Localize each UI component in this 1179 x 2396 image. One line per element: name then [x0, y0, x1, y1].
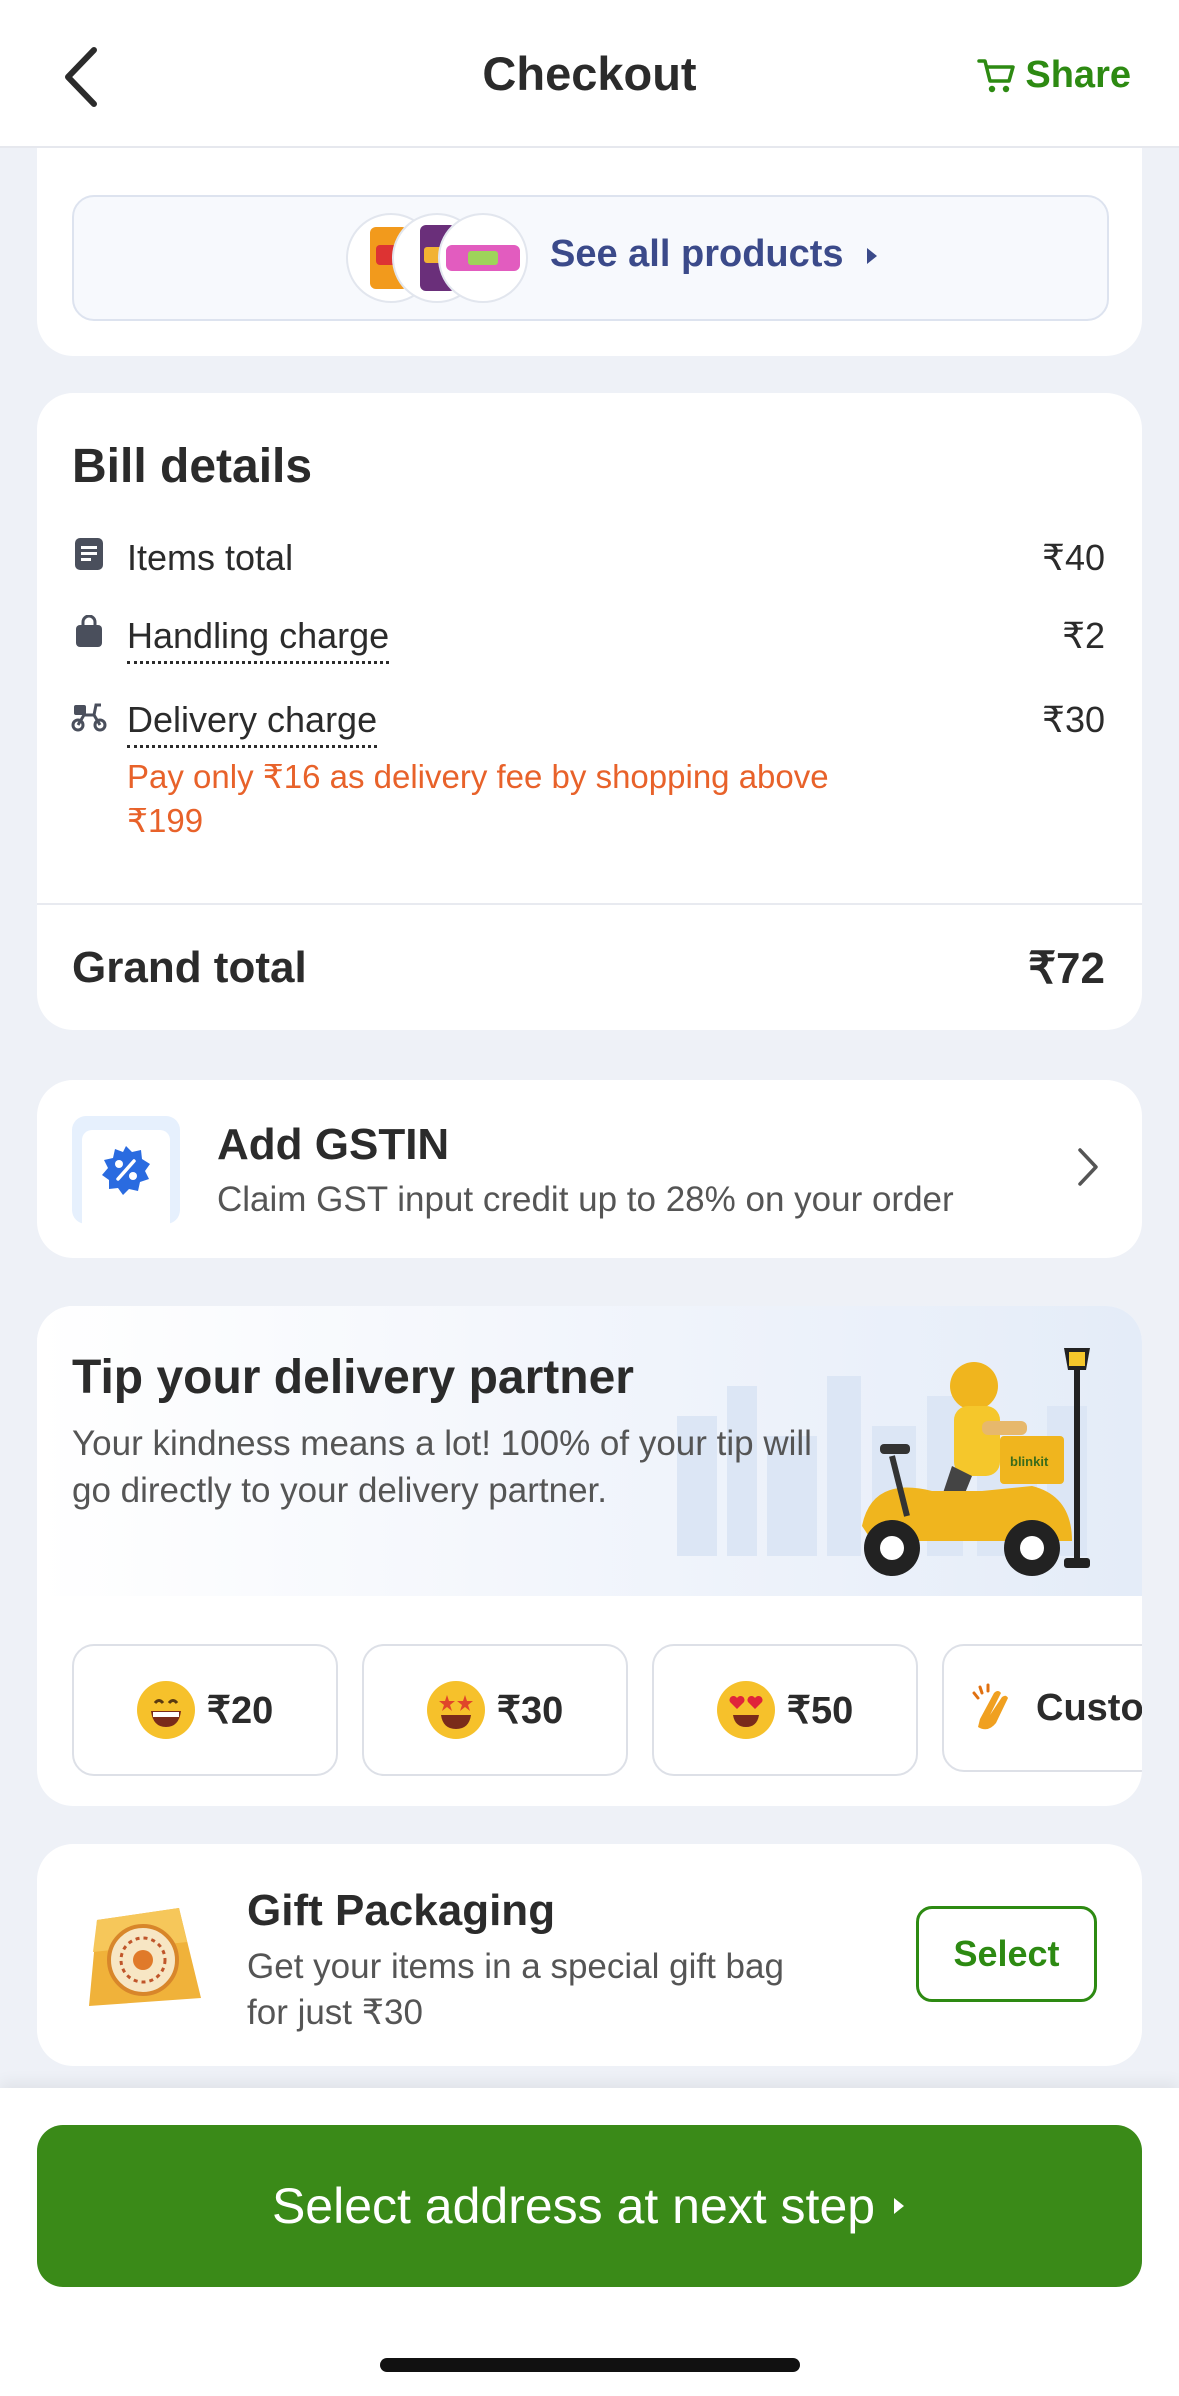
tip-option-custom[interactable]: Custo: [942, 1644, 1142, 1772]
tip-option-label: Custo: [1036, 1686, 1142, 1729]
products-card: See all products: [37, 120, 1142, 356]
see-all-label: See all products: [550, 233, 880, 276]
discount-badge-icon: [102, 1146, 150, 1195]
caret-right-icon: [867, 248, 878, 264]
tip-option-label: ₹20: [206, 1689, 274, 1732]
grand-total-label: Grand total: [72, 943, 307, 992]
clapping-hands-icon: [972, 1683, 1008, 1730]
receipt-icon: [75, 538, 103, 570]
tip-subtitle: Your kindness means a lot! 100% of your …: [72, 1424, 812, 1510]
cta-label: Select address at next step: [271, 2178, 876, 2234]
share-button[interactable]: Share: [977, 54, 1131, 97]
gift-select-button[interactable]: Select: [916, 1906, 1097, 2002]
tip-option-20[interactable]: ₹20: [72, 1644, 338, 1776]
delivery-fee-note: Pay only ₹16 as delivery fee by shopping…: [127, 758, 829, 839]
gift-bag-image: [89, 1908, 201, 2006]
product-thumb-bar: [438, 213, 528, 303]
bill-divider: [37, 903, 1142, 905]
bottom-action-bar: Select address at next step: [0, 2088, 1179, 2396]
tip-card: Tip your delivery partner Your kindness …: [37, 1306, 1142, 1806]
caret-right-icon: [894, 2198, 905, 2214]
items-total-value: ₹40: [1042, 537, 1105, 578]
delivery-charge-label[interactable]: Delivery charge: [127, 699, 378, 748]
tip-title: Tip your delivery partner: [72, 1351, 634, 1404]
handling-charge-value: ₹2: [1062, 615, 1105, 656]
add-gstin-card[interactable]: Add GSTIN Claim GST input credit up to 2…: [37, 1080, 1142, 1258]
product-thumbnails: [346, 213, 528, 303]
tip-option-label: ₹50: [786, 1689, 854, 1732]
select-address-button[interactable]: Select address at next step: [37, 2125, 1142, 2287]
star-struck-face-icon: [426, 1681, 485, 1739]
home-indicator[interactable]: [380, 2358, 800, 2372]
chevron-right-icon: [1078, 1148, 1098, 1186]
share-label: Share: [1025, 54, 1131, 96]
delivery-scooter-icon: [71, 703, 107, 732]
scooter-brand-text: blinkit: [1010, 1454, 1049, 1469]
tip-option-label: ₹30: [496, 1689, 564, 1732]
heart-eyes-face-icon: [716, 1681, 775, 1739]
delivery-scooter-illustration: blinkit: [862, 1348, 1090, 1576]
gstin-subtitle: Claim GST input credit up to 28% on your…: [217, 1180, 954, 1219]
handling-charge-label[interactable]: Handling charge: [127, 615, 390, 664]
gift-packaging-subtitle: Get your items in a special gift bag for…: [247, 1947, 784, 2032]
gstin-title: Add GSTIN: [217, 1120, 450, 1169]
items-total-label: Items total: [127, 537, 294, 578]
gift-packaging-card: Gift Packaging Get your items in a speci…: [37, 1844, 1142, 2066]
shopping-bag-icon: [76, 615, 102, 647]
header-bar: Checkout Share: [0, 0, 1179, 148]
tip-option-30[interactable]: ₹30: [362, 1644, 628, 1776]
bill-details-title: Bill details: [72, 440, 313, 493]
gift-packaging-title: Gift Packaging: [247, 1886, 556, 1935]
tip-option-50[interactable]: ₹50: [652, 1644, 918, 1776]
cart-icon: [977, 58, 1016, 92]
gstin-badge: [72, 1116, 180, 1224]
grinning-face-icon: [136, 1681, 195, 1739]
see-all-products-button[interactable]: See all products: [72, 195, 1109, 321]
bill-details-card: Bill details Items total ₹40 Handling ch…: [37, 393, 1142, 1030]
grand-total-value: ₹72: [1028, 944, 1105, 993]
delivery-charge-value: ₹30: [1042, 699, 1105, 740]
